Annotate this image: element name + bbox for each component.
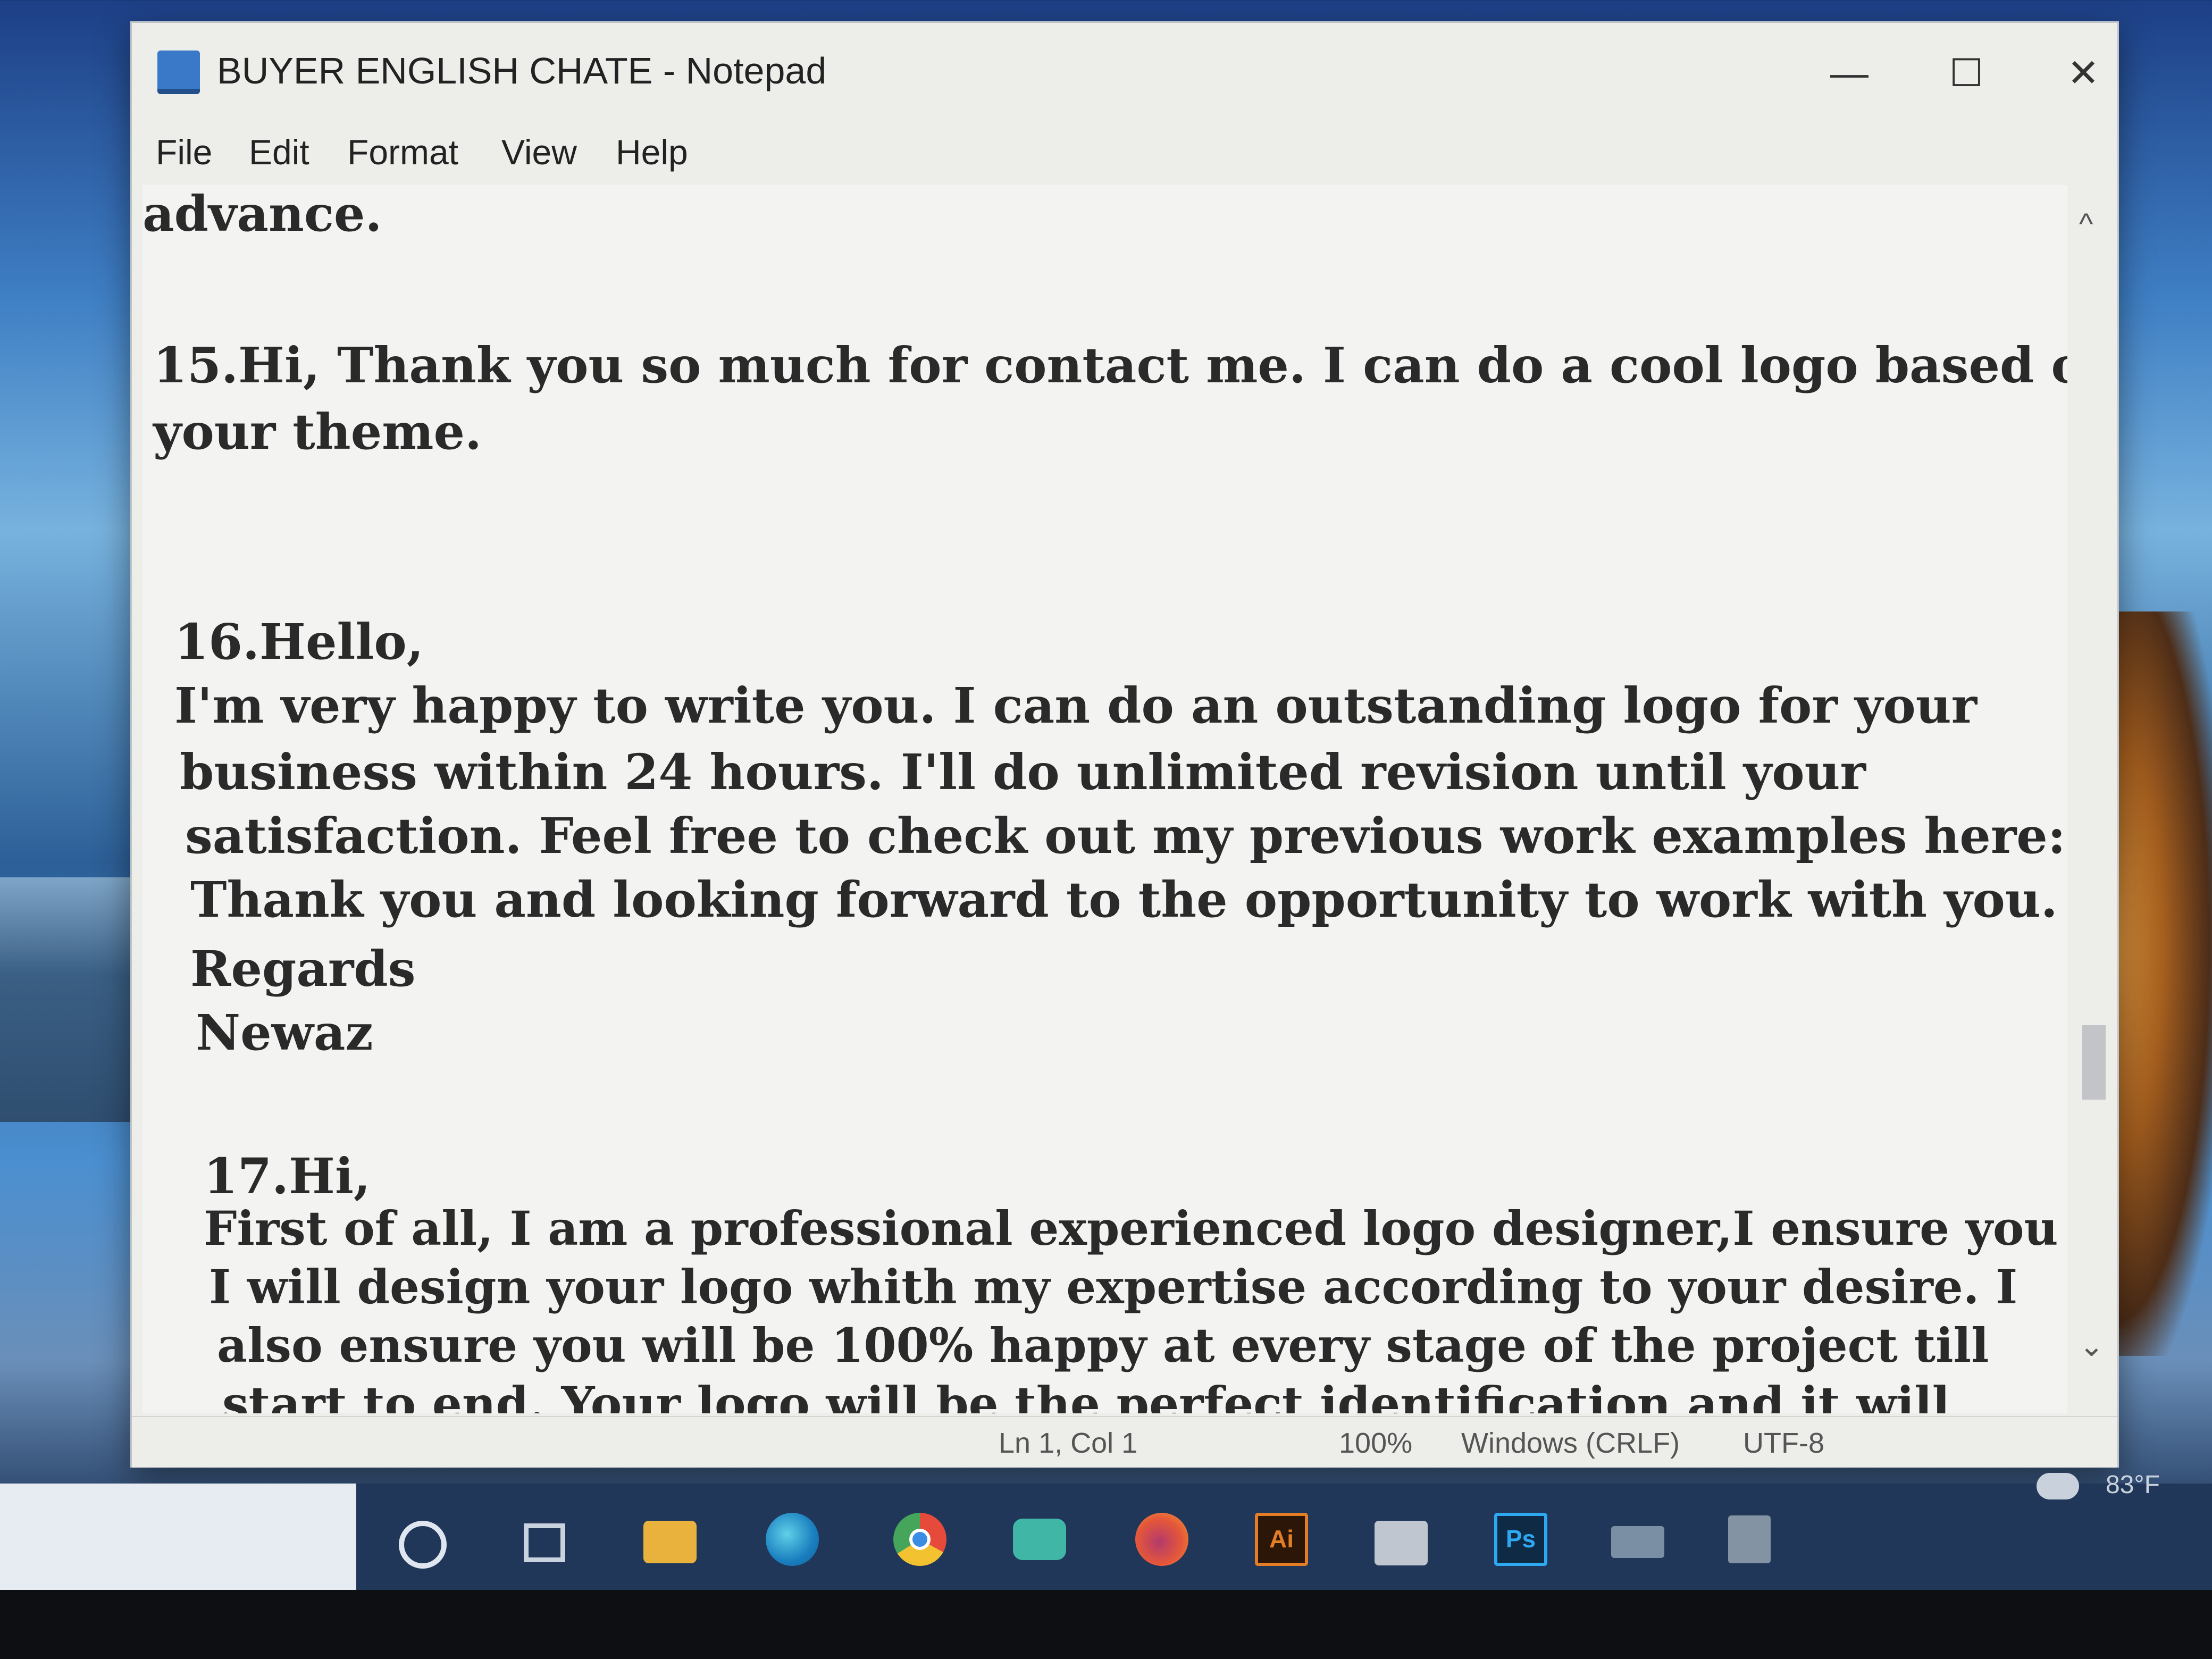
zoom-level: 100% xyxy=(1339,1427,1413,1459)
taskbar: Ai Ps xyxy=(0,1484,2212,1595)
firefox-icon[interactable] xyxy=(1135,1513,1188,1566)
weather-temperature[interactable]: 83°F xyxy=(2106,1470,2160,1499)
text-line: 15.Hi, Thank you so much for contact me.… xyxy=(153,337,2067,394)
file-explorer-icon[interactable] xyxy=(643,1521,697,1563)
minimize-button[interactable]: — xyxy=(1812,44,1887,103)
store-icon[interactable] xyxy=(1375,1521,1428,1565)
chrome-icon[interactable] xyxy=(893,1513,946,1566)
text-line: your theme. xyxy=(153,403,482,460)
encoding: UTF-8 xyxy=(1743,1427,1824,1459)
text-line: I will design your logo whith my experti… xyxy=(209,1259,2018,1314)
text-line: Newaz xyxy=(196,1004,373,1061)
app-icon[interactable] xyxy=(1728,1515,1771,1563)
text-line: First of all, I am a professional experi… xyxy=(204,1201,2058,1256)
mail-icon[interactable] xyxy=(1013,1519,1066,1560)
title-bar[interactable]: BUYER ENGLISH CHATE - Notepad — ☐ ✕ xyxy=(132,23,2117,124)
text-editor[interactable]: advance. 15.Hi, Thank you so much for co… xyxy=(143,185,2067,1413)
text-line: Thank you and looking forward to the opp… xyxy=(190,871,2058,928)
taskbar-search-area[interactable] xyxy=(0,1484,356,1595)
text-line: 16.Hello, xyxy=(174,613,424,671)
maximize-button[interactable]: ☐ xyxy=(1929,44,2004,103)
menu-bar: File Edit Format View Help xyxy=(132,124,2117,182)
cursor-position: Ln 1, Col 1 xyxy=(999,1427,1138,1459)
text-line: business within 24 hours. I'll do unlimi… xyxy=(180,743,1866,801)
text-line: advance. xyxy=(143,185,382,242)
text-line: I'm very happy to write you. I can do an… xyxy=(174,677,1978,734)
edge-icon[interactable] xyxy=(766,1513,819,1566)
menu-view[interactable]: View xyxy=(501,132,577,172)
text-line: start to end. Your logo will be the perf… xyxy=(222,1376,1950,1413)
monitor-bezel xyxy=(0,1590,2212,1659)
line-ending: Windows (CRLF) xyxy=(1461,1427,1680,1459)
menu-file[interactable]: File xyxy=(156,132,212,172)
scrollbar-thumb[interactable] xyxy=(2082,1025,2106,1100)
text-line: also ensure you will be 100% happy at ev… xyxy=(217,1318,1989,1373)
menu-format[interactable]: Format xyxy=(347,132,458,172)
scroll-up-icon[interactable]: ^ xyxy=(2079,206,2093,241)
task-view-icon[interactable] xyxy=(521,1513,574,1566)
vertical-scrollbar[interactable]: ^ ⌄ xyxy=(2073,185,2115,1413)
menu-help[interactable]: Help xyxy=(616,132,688,172)
status-bar: Ln 1, Col 1 100% Windows (CRLF) UTF-8 xyxy=(132,1416,2117,1468)
window-title: BUYER ENGLISH CHATE - Notepad xyxy=(217,50,827,91)
notepad-window: BUYER ENGLISH CHATE - Notepad — ☐ ✕ File… xyxy=(130,21,2119,1468)
text-line: satisfaction. Feel free to check out my … xyxy=(185,807,2066,865)
close-button[interactable]: ✕ xyxy=(2046,44,2121,103)
illustrator-icon[interactable]: Ai xyxy=(1255,1513,1308,1566)
search-icon[interactable] xyxy=(399,1521,447,1569)
menu-edit[interactable]: Edit xyxy=(249,132,309,172)
weather-icon[interactable] xyxy=(2037,1473,2079,1499)
scroll-down-icon[interactable]: ⌄ xyxy=(2079,1328,2104,1363)
text-line: 17.Hi, xyxy=(204,1147,371,1205)
text-line: Regards xyxy=(190,940,416,998)
photoshop-icon[interactable]: Ps xyxy=(1494,1513,1547,1566)
notepad-icon xyxy=(157,51,200,94)
app-icon[interactable] xyxy=(1611,1526,1664,1558)
